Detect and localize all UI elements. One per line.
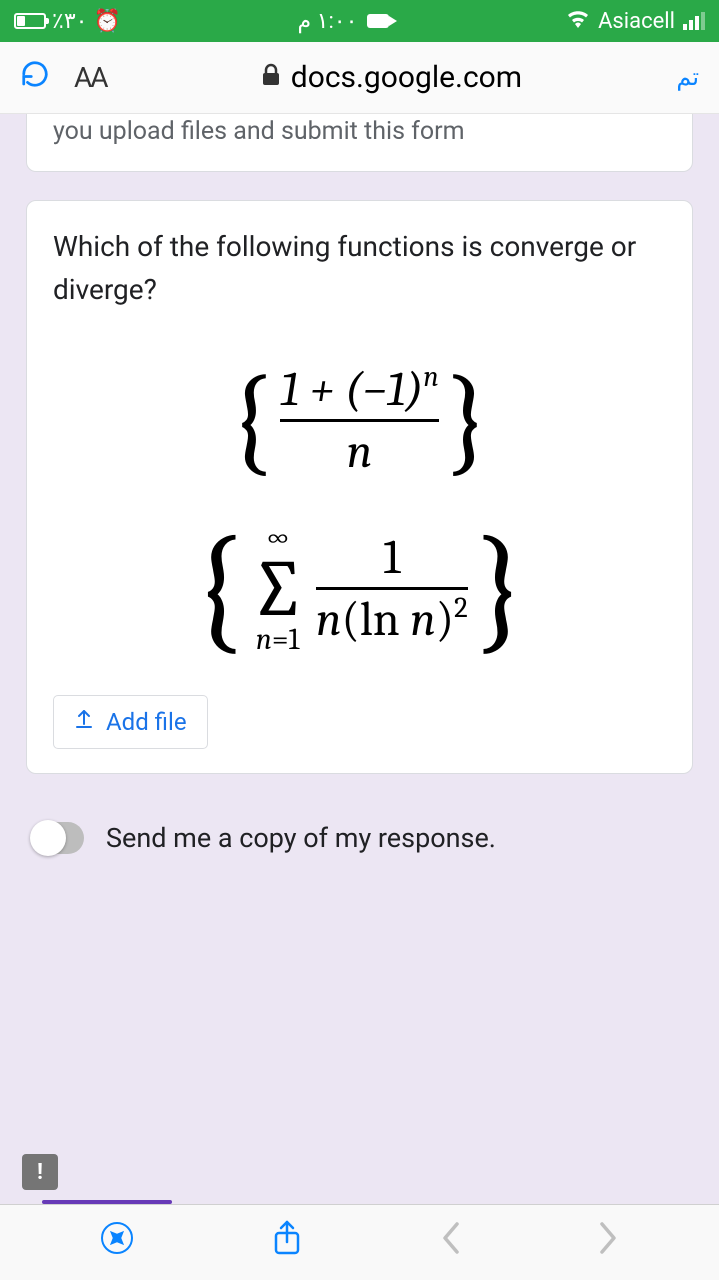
tabs-button[interactable]: تم xyxy=(676,63,699,92)
add-file-button[interactable]: Add file xyxy=(53,695,208,749)
alarm-icon: ⏰ xyxy=(93,9,120,34)
fraction-2: 1 n(ln n)2 xyxy=(316,530,468,647)
expression-2: { ∞ ∑ n=1 1 n(ln n)2 } xyxy=(191,523,528,655)
fraction-line xyxy=(280,419,439,422)
forward-icon[interactable] xyxy=(598,1220,620,1265)
add-file-label: Add file xyxy=(106,708,187,736)
status-time: ١:٠٠ م xyxy=(298,9,358,34)
exclamation-icon: ! xyxy=(37,1160,43,1185)
signal-icon xyxy=(683,12,705,30)
question-title: Which of the following functions is conv… xyxy=(53,225,666,312)
url-display[interactable]: docs.google.com xyxy=(131,60,653,95)
copy-response-label: Send me a copy of my response. xyxy=(106,822,496,854)
browser-url-bar: AA docs.google.com تم xyxy=(0,42,719,114)
form-page: you upload files and submit this form Wh… xyxy=(0,114,719,1204)
math-expressions: { 1 + (−1)n n } { ∞ ∑ n=1 xyxy=(53,352,666,685)
url-text: docs.google.com xyxy=(291,60,522,95)
previous-question-card: you upload files and submit this form xyxy=(26,114,693,172)
sigma-icon: ∑ xyxy=(249,553,306,625)
browser-bottom-toolbar xyxy=(0,1204,719,1280)
status-bar: ٪٣٠ ⏰ ١:٠٠ م Asiacell xyxy=(0,0,719,42)
camera-icon xyxy=(367,14,389,28)
numerator-1: 1 + (−1)n xyxy=(280,362,439,417)
wifi-icon xyxy=(566,9,590,34)
upload-icon xyxy=(74,708,94,736)
status-right: Asiacell xyxy=(566,9,705,34)
right-brace-icon: } xyxy=(474,554,528,624)
expression-1: { 1 + (−1)n n } xyxy=(228,362,491,479)
compass-icon[interactable] xyxy=(99,1220,135,1265)
fraction-1: 1 + (−1)n n xyxy=(280,362,439,479)
upload-hint-text: you upload files and submit this form xyxy=(53,114,666,149)
carrier-label: Asiacell xyxy=(598,9,675,34)
left-brace-icon: { xyxy=(191,554,245,624)
refresh-icon[interactable] xyxy=(20,59,50,97)
copy-response-toggle[interactable] xyxy=(32,822,84,854)
status-center: ١:٠٠ م xyxy=(298,9,390,34)
battery-icon xyxy=(14,13,46,29)
denominator-1: n xyxy=(347,424,373,479)
feedback-button[interactable]: ! xyxy=(22,1154,58,1190)
question-card: Which of the following functions is conv… xyxy=(26,200,693,774)
back-icon[interactable] xyxy=(439,1220,461,1265)
status-left: ٪٣٠ ⏰ xyxy=(14,9,121,34)
denominator-2: n(ln n)2 xyxy=(316,592,468,647)
text-size-aa-icon[interactable]: AA xyxy=(74,61,107,94)
lock-icon xyxy=(261,63,281,93)
summation-icon: ∞ ∑ n=1 xyxy=(249,523,306,655)
share-icon[interactable] xyxy=(272,1219,302,1266)
battery-percent: ٪٣٠ xyxy=(52,9,87,34)
fraction-line xyxy=(316,587,468,590)
copy-response-row: Send me a copy of my response. xyxy=(26,822,693,854)
left-brace-icon: { xyxy=(228,384,274,456)
right-brace-icon: } xyxy=(445,384,491,456)
numerator-2: 1 xyxy=(383,530,400,585)
